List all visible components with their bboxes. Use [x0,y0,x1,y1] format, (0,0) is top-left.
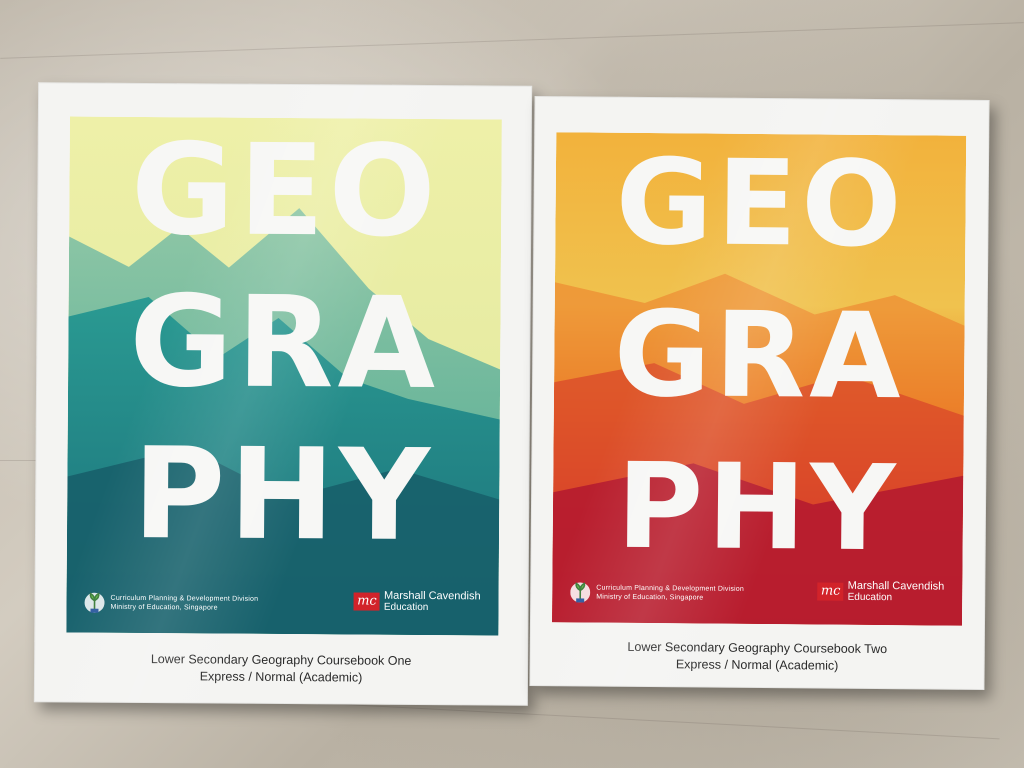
moe-leaf-icon [570,582,591,603]
publisher-logo: mc Marshall Cavendish Education [817,580,944,603]
moe-branding: Curriculum Planning & Development Divisi… [84,589,258,618]
publisher-sub: Education [383,601,429,613]
cover-title-line-1: GEO [615,132,907,274]
moe-branding: Curriculum Planning & Development Divisi… [570,578,744,608]
floor-vein [0,460,40,461]
caption-line-2: Express / Normal (Academic) [675,657,839,673]
cover-title-line-3: PHY [132,419,435,570]
mc-logo-icon: mc [817,582,844,601]
moe-leaf-icon [84,592,105,613]
cover-artwork: GEO GRA PHY Curriculum Planning & Develo… [551,132,967,626]
geography-coursebook-two[interactable]: GEO GRA PHY Curriculum Planning & Develo… [529,96,990,690]
cover-title-line-3: PHY [616,436,900,578]
caption-line-2: Express / Normal (Academic) [199,669,363,685]
publisher-sub: Education [847,591,893,603]
publisher-logo: mc Marshall Cavendish Education [353,590,481,613]
org-line-2: Ministry of Education, Singapore [110,603,218,612]
floor-vein [300,701,1000,740]
geography-coursebook-one[interactable]: GEO GRA PHY Curriculum Planning & Develo… [33,82,533,706]
cover-title-line-1: GEO [130,116,441,266]
cover-title-line-2: GRA [613,284,906,426]
floor-vein [0,22,1024,59]
mc-logo-icon: mc [353,592,381,611]
book-subtitle: Lower Secondary Geography Coursebook Two… [530,638,985,676]
book-subtitle: Lower Secondary Geography Coursebook One… [34,650,528,687]
cover-artwork: GEO GRA PHY Curriculum Planning & Develo… [66,117,502,636]
org-line-2: Ministry of Education, Singapore [596,593,704,602]
cover-title-line-2: GRA [128,267,440,418]
